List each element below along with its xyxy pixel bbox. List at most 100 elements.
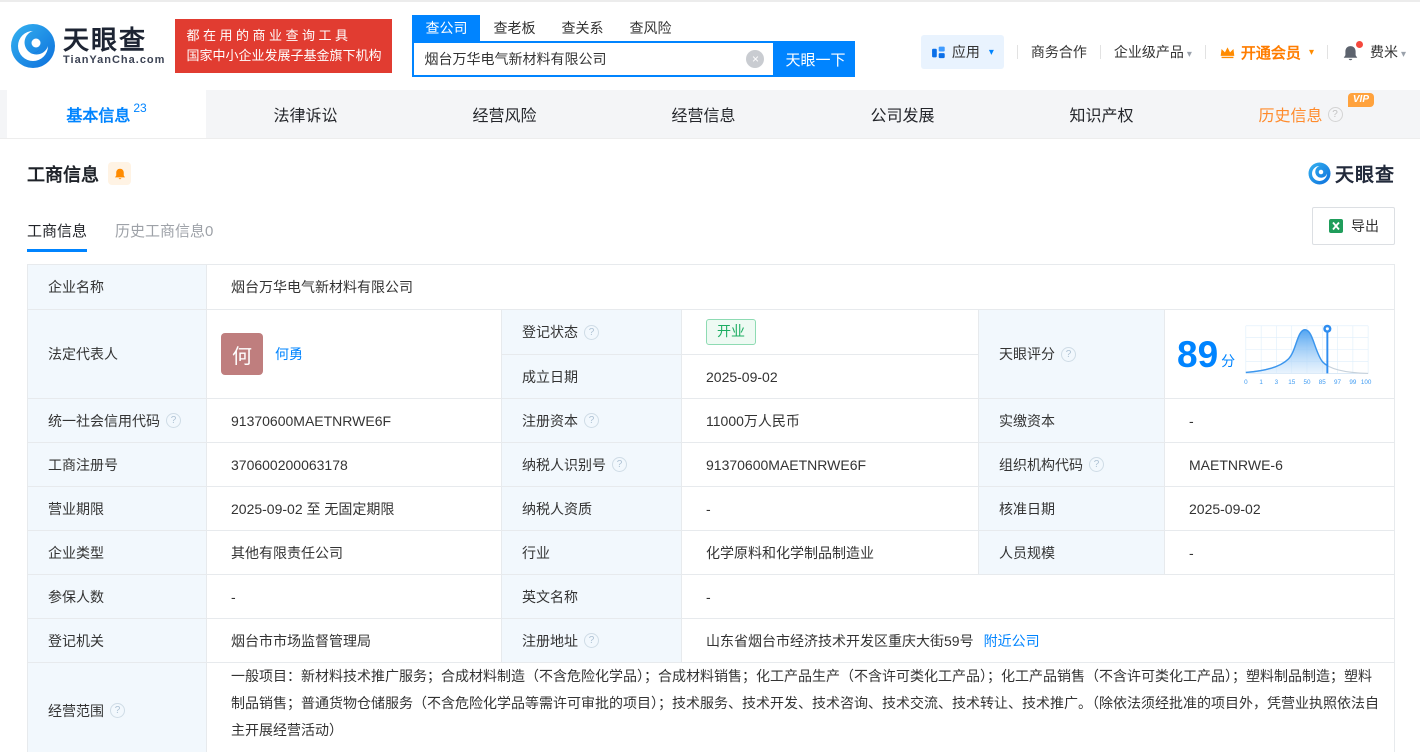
tab-company-development[interactable]: 公司发展: [803, 90, 1002, 138]
reg-address-help-icon[interactable]: ?: [584, 633, 599, 648]
taxpayer-id-value: 91370600MAETNRWE6F: [681, 443, 978, 486]
company-type-label: 企业类型: [48, 544, 104, 561]
nav-divider: [1204, 45, 1206, 59]
company-type-value: 其他有限责任公司: [206, 531, 501, 574]
business-term-value: 2025-09-02 至 无固定期限: [206, 487, 501, 530]
svg-text:50: 50: [1304, 379, 1312, 386]
approval-date-label: 核准日期: [999, 500, 1055, 517]
user-menu[interactable]: 费米 ▾: [1370, 42, 1406, 62]
follow-bell-icon[interactable]: [108, 162, 131, 185]
header-right-nav: 应用 ▾ 商务合作 企业级产品 ▾ 开通会员 ▾ 费米 ▾: [920, 35, 1406, 69]
business-info-table: 企业名称 烟台万华电气新材料有限公司 法定代表人 何 何勇 登记状态 ? 开业 …: [27, 264, 1395, 752]
tab-intellectual-property[interactable]: 知识产权: [1002, 90, 1201, 138]
slogan-line2: 国家中小企业发展子基金旗下机构: [186, 48, 382, 63]
score-help-icon[interactable]: ?: [1061, 346, 1076, 362]
reg-capital-help-icon[interactable]: ?: [584, 413, 599, 428]
search-tab-company[interactable]: 查公司: [412, 15, 481, 41]
logo-text-block: 天眼查 TianYanCha.com: [63, 26, 165, 67]
credit-code-help-icon[interactable]: ?: [166, 413, 181, 428]
history-help-icon[interactable]: ?: [1327, 106, 1343, 122]
reg-capital-label: 注册资本: [522, 412, 578, 429]
subtab-business-info[interactable]: 工商信息: [27, 220, 88, 252]
est-date-value: 2025-09-02: [681, 354, 978, 398]
site-header: 天眼查 TianYanCha.com 都在用的商业查询工具 国家中小企业发展子基…: [0, 2, 1420, 90]
svg-text:85: 85: [1319, 379, 1327, 386]
tab-operating-info[interactable]: 经营信息: [604, 90, 803, 138]
search-tab-boss[interactable]: 查老板: [480, 15, 548, 41]
company-type-label-cell: 企业类型: [28, 531, 206, 574]
credit-code-value: 91370600MAETNRWE6F: [206, 399, 501, 442]
score-value-cell: 89 分 0 1 3 15 50 85 97 99 100: [1164, 310, 1394, 398]
staff-size-label-cell: 人员规模: [978, 531, 1164, 574]
crown-icon: [1220, 47, 1235, 59]
open-vip-button[interactable]: 开通会员 ▾: [1219, 42, 1314, 63]
brand-slogan-banner: 都在用的商业查询工具 国家中小企业发展子基金旗下机构: [175, 19, 393, 73]
org-code-value: MAETNRWE-6: [1164, 443, 1394, 486]
export-button[interactable]: 导出: [1312, 207, 1395, 245]
tab-history-info[interactable]: 历史信息 ? VIP: [1201, 90, 1400, 138]
slogan-line1: 都在用的商业查询工具: [186, 28, 352, 43]
notifications-bell-icon[interactable]: [1341, 40, 1363, 61]
svg-text:100: 100: [1361, 379, 1372, 386]
tab-basic-info-count: 23: [133, 101, 147, 115]
status-badge: 开业: [706, 319, 756, 345]
excel-icon: [1329, 219, 1343, 233]
reg-status-label: 登记状态: [522, 324, 578, 340]
paid-capital-label-cell: 实缴资本: [978, 399, 1164, 442]
svg-text:0: 0: [1244, 379, 1248, 386]
legal-rep-label-cell: 法定代表人: [28, 310, 206, 398]
tianyancha-watermark: 天眼查: [1308, 160, 1395, 187]
taxpayer-quality-label: 纳税人资质: [522, 500, 592, 517]
legal-rep-value-cell: 何 何勇: [206, 310, 501, 398]
taxpayer-id-label: 纳税人识别号: [522, 456, 606, 473]
org-code-help-icon[interactable]: ?: [1089, 457, 1104, 472]
english-name-value: -: [681, 575, 1394, 618]
apps-menu-button[interactable]: 应用 ▾: [920, 35, 1004, 69]
search-button[interactable]: 天眼一下: [775, 41, 856, 77]
row-authority-address: 登记机关 烟台市市场监督管理局 注册地址 ? 山东省烟台市经济技术开发区重庆大街…: [28, 618, 1394, 662]
enterprise-products-menu[interactable]: 企业级产品 ▾: [1114, 42, 1192, 62]
tianyancha-logo[interactable]: 天眼查 TianYanCha.com: [10, 23, 165, 69]
industry-label-cell: 行业: [501, 531, 681, 574]
taxpayer-quality-value: -: [681, 487, 978, 530]
row-business-scope: 经营范围 ? 一般项目：新材料技术推广服务；合成材料制造（不含危险化学品）；合成…: [28, 662, 1394, 752]
tab-basic-info[interactable]: 基本信息 23: [7, 90, 206, 138]
tab-operating-risk[interactable]: 经营风险: [405, 90, 604, 138]
search-tab-relation[interactable]: 查关系: [548, 15, 616, 41]
section-header: 工商信息 天眼查: [0, 139, 1420, 187]
tab-legal-litigation[interactable]: 法律诉讼: [206, 90, 405, 138]
search-row: × 天眼一下: [412, 41, 856, 77]
reg-authority-label-cell: 登记机关: [28, 619, 206, 662]
export-label: 导出: [1351, 218, 1379, 234]
apps-caret-icon: ▾: [988, 46, 994, 58]
vip-label: 开通会员: [1240, 44, 1301, 62]
org-code-label: 组织机构代码: [999, 456, 1083, 473]
staff-size-value: -: [1164, 531, 1394, 574]
username-label: 费米: [1369, 44, 1398, 60]
reg-number-value: 370600200063178: [206, 443, 501, 486]
english-name-label-cell: 英文名称: [501, 575, 681, 618]
reg-status-help-icon[interactable]: ?: [584, 324, 599, 340]
taxpayer-id-help-icon[interactable]: ?: [612, 457, 627, 472]
reg-number-label: 工商注册号: [48, 456, 118, 473]
search-input[interactable]: [414, 51, 747, 67]
business-scope-help-icon[interactable]: ?: [110, 703, 125, 718]
nearby-companies-link[interactable]: 附近公司: [984, 631, 1040, 651]
reg-address-label: 注册地址: [522, 632, 578, 649]
est-date-label: 成立日期: [522, 368, 578, 385]
reg-status-value-cell: 开业: [681, 310, 978, 354]
score-unit: 分: [1221, 353, 1236, 369]
approval-date-label-cell: 核准日期: [978, 487, 1164, 530]
row-legal-rep-status-score: 法定代表人 何 何勇 登记状态 ? 开业 成立日期 2025-09-02 天眼评…: [28, 309, 1394, 398]
reg-authority-value: 烟台市市场监督管理局: [206, 619, 501, 662]
search-input-wrap: ×: [412, 41, 776, 77]
row-regnum-taxid-orgcode: 工商注册号 370600200063178 纳税人识别号 ? 91370600M…: [28, 442, 1394, 486]
search-tab-risk[interactable]: 查风险: [616, 15, 684, 41]
legal-rep-name-link[interactable]: 何勇: [275, 344, 303, 364]
subtab-history-business-info[interactable]: 历史工商信息0: [115, 220, 213, 241]
clear-search-icon[interactable]: ×: [746, 50, 765, 68]
business-coop-link[interactable]: 商务合作: [1031, 42, 1087, 62]
reg-address-value-cell: 山东省烟台市经济技术开发区重庆大街59号 附近公司: [681, 619, 1394, 662]
watermark-text: 天眼查: [1334, 165, 1395, 186]
reg-status-label-cell: 登记状态 ?: [501, 310, 681, 354]
